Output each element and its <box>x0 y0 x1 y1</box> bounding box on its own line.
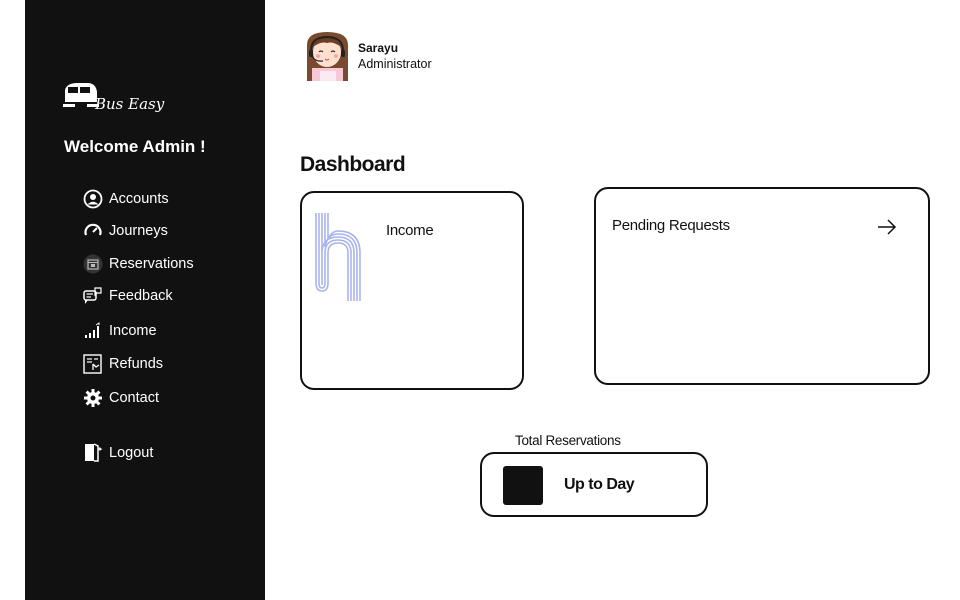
refund-receipt-icon <box>83 354 103 374</box>
sidebar-item-journeys[interactable]: Journeys <box>83 219 168 243</box>
bus-easy-logo[interactable]: Bus Easy <box>63 80 165 120</box>
total-reservations-card[interactable]: Up to Day <box>480 452 708 517</box>
gauge-icon <box>83 221 103 241</box>
calendar-icon <box>83 254 103 274</box>
door-exit-icon <box>83 443 103 463</box>
sidebar-item-feedback[interactable]: Feedback <box>83 284 173 308</box>
logo-text: Bus Easy <box>95 95 165 113</box>
sidebar-item-label: Journeys <box>109 223 168 239</box>
pending-requests-card[interactable]: Pending Requests <box>594 187 930 385</box>
logout-button[interactable]: Logout <box>83 441 153 465</box>
logout-label: Logout <box>109 445 154 461</box>
profile-name: Sarayu <box>358 41 399 55</box>
pending-requests-label: Pending Requests <box>612 217 730 234</box>
sidebar-item-label: Reservations <box>109 256 194 272</box>
decorative-stripes-icon <box>315 213 361 301</box>
bus-logo-icon <box>63 83 99 107</box>
sidebar-item-refunds[interactable]: Refunds <box>83 352 163 376</box>
avatar <box>303 31 352 81</box>
user-circle-icon <box>83 189 103 209</box>
profile-text: Sarayu Administrator <box>358 40 432 72</box>
total-reservations-value: Up to Day <box>564 476 635 493</box>
sidebar-item-label: Contact <box>109 390 159 406</box>
page-title: Dashboard <box>300 153 406 176</box>
profile-role: Administrator <box>358 57 432 71</box>
sidebar-item-label: Income <box>109 323 157 339</box>
welcome-heading: Welcome Admin ! <box>64 137 206 156</box>
user-profile[interactable]: Sarayu Administrator <box>303 31 432 81</box>
sidebar-item-reservations[interactable]: Reservations <box>83 252 194 276</box>
income-card[interactable]: Income <box>300 191 524 390</box>
gear-icon <box>83 388 103 408</box>
feedback-icon <box>83 286 103 306</box>
income-card-label: Income <box>386 222 434 239</box>
sidebar-item-income[interactable]: Income <box>83 319 157 343</box>
sidebar-item-label: Refunds <box>109 356 164 372</box>
signal-bars-icon <box>83 321 103 341</box>
color-swatch <box>503 466 543 505</box>
sidebar-item-accounts[interactable]: Accounts <box>83 187 169 211</box>
total-reservations-label: Total Reservations <box>515 433 621 448</box>
arrow-right-icon[interactable] <box>876 216 898 238</box>
sidebar-item-label: Feedback <box>109 288 173 304</box>
sidebar: Bus Easy Welcome Admin ! Accounts Journe… <box>25 0 265 600</box>
sidebar-item-label: Accounts <box>109 191 169 207</box>
sidebar-item-contact[interactable]: Contact <box>83 386 159 410</box>
